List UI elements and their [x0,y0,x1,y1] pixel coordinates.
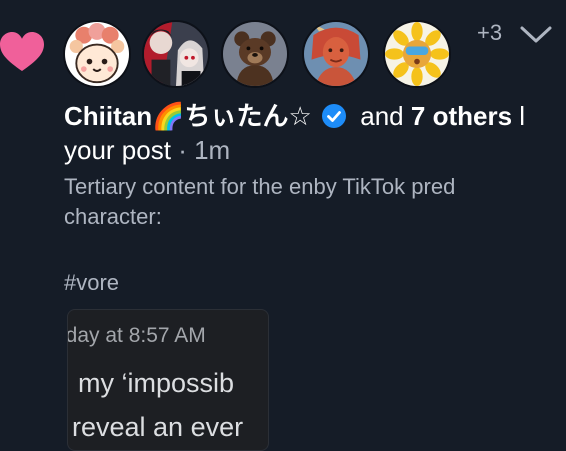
avatar-bear[interactable] [221,20,289,88]
embed-text-line: my ‘impossib [78,368,235,398]
post-hashtag[interactable]: #vore [64,268,119,298]
more-avatars-count[interactable]: +3 [477,20,502,46]
time-ago: 1m [194,135,231,165]
heart-icon [0,32,44,71]
notification-headline: Chiitan🌈ちぃたん☆ and 7 others l [64,96,566,136]
actor-name[interactable]: Chiitan🌈ちぃたん☆ [64,101,312,131]
red-character-avatar [304,22,368,86]
bear-avatar [223,22,287,86]
avatar-sunflower[interactable] [383,20,451,88]
verified-badge-icon [322,104,347,128]
avatar-anime-duo[interactable] [142,20,210,88]
separator-dot: · [178,135,187,165]
others-link[interactable]: 7 others [411,101,512,131]
avatar-red-character[interactable] [302,20,370,88]
embed-timestamp: oday at 8:57 AM [67,324,206,347]
sunflower-avatar [385,22,449,86]
embed-text-line: reveal an ever [72,412,244,442]
chevron-down-icon[interactable] [519,22,553,46]
embedded-image[interactable]: oday at 8:57 AM my ‘impossib reveal an e… [67,309,269,451]
post-text: Tertiary content for the enby TikTok pre… [64,174,456,229]
avatar-chiitan[interactable] [63,20,131,88]
chiitan-avatar [65,22,129,86]
and-text: and [360,101,404,131]
target-post-link[interactable]: your post [64,135,171,165]
notification-subline: your post · 1m [64,132,230,168]
action-text: l [519,101,526,131]
anime-character-avatar [144,22,208,86]
